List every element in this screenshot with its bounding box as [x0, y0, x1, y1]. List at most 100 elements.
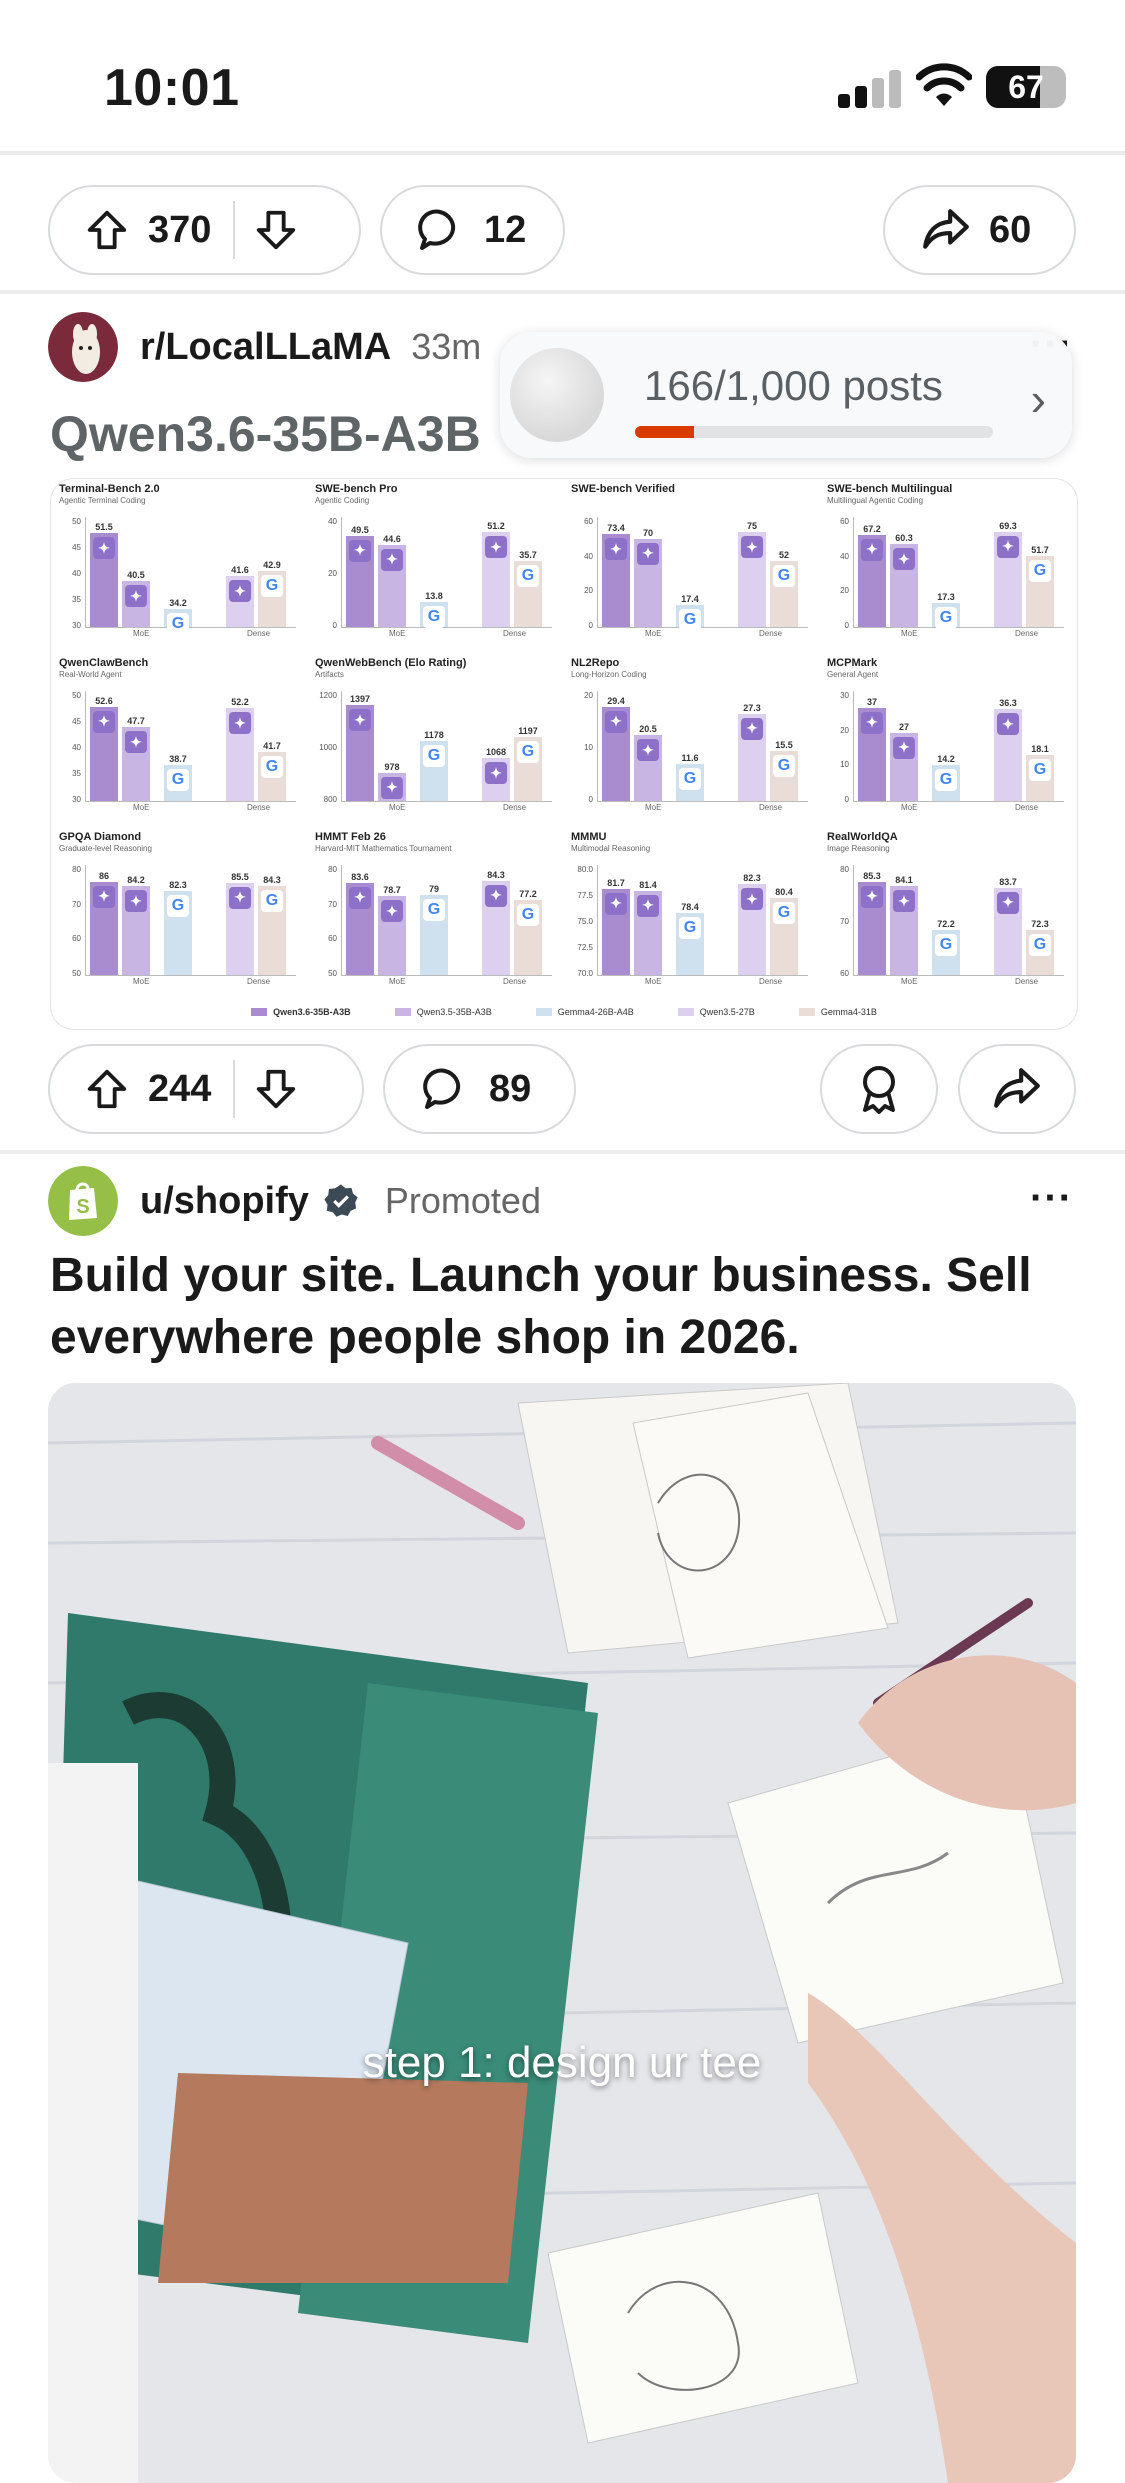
chart-subtitle: Artifacts — [315, 670, 344, 679]
chart-subtitle: General Agent — [827, 670, 879, 679]
y-tick-label: 30 — [72, 621, 81, 630]
qwen-logo-icon: ✦ — [485, 762, 507, 785]
google-logo-icon: G — [1029, 759, 1051, 782]
chart-bar: 15.5 G — [770, 740, 798, 801]
chart-bar: 73.4 ✦ — [602, 523, 630, 627]
data-label: 52.6 — [95, 695, 113, 706]
qwen-logo-icon: ✦ — [605, 892, 627, 915]
data-label: 15.5 — [775, 740, 793, 751]
data-label: 84.1 — [895, 875, 913, 886]
data-label: 75 — [746, 521, 757, 532]
y-tick-label: 30 — [840, 691, 849, 700]
data-label: 27 — [898, 721, 909, 732]
ad-header: S u/shopify Promoted — [48, 1166, 541, 1236]
post-title[interactable]: Qwen3.6-35B-A3B — [50, 405, 481, 463]
google-logo-icon: G — [167, 612, 189, 635]
chart-title: GPQA Diamond — [59, 831, 142, 843]
google-logo-icon: G — [1029, 560, 1051, 583]
share-count: 60 — [989, 208, 1032, 251]
posts-progress-widget[interactable]: 166/1,000 posts › — [500, 332, 1072, 458]
qwen-logo-icon: ✦ — [605, 538, 627, 561]
chart-title: RealWorldQA — [827, 831, 898, 843]
qwen-logo-icon: ✦ — [485, 536, 507, 559]
chart-bar: 42.9 G — [258, 560, 286, 627]
vote-bar: 244 — [48, 1044, 364, 1134]
chart-bar: 1178 G — [420, 730, 448, 801]
benchmark-chart-image[interactable]: Qwen3.6-35B-A3B Qwen3.5-35B-A3B Gemma4-26B… — [50, 478, 1078, 1030]
chart-subtitle: Agentic Coding — [315, 496, 370, 505]
divider — [0, 1150, 1125, 1154]
legend-item: Gemma4-31B — [798, 1007, 877, 1017]
downvote-icon[interactable] — [253, 1066, 299, 1112]
upvote-icon[interactable] — [84, 207, 130, 253]
globe-icon — [510, 348, 604, 442]
y-tick-label: 50 — [328, 969, 337, 978]
ad-title[interactable]: Build your site. Launch your business. S… — [50, 1245, 1070, 1369]
y-tick-label: 10 — [840, 760, 849, 770]
data-label: 60.3 — [895, 533, 913, 544]
legend-swatch — [535, 1008, 552, 1016]
status-time: 10:01 — [104, 59, 240, 117]
chart-bar: 51.7 G — [1026, 545, 1054, 627]
qwen-logo-icon: ✦ — [125, 585, 147, 608]
data-label: 40.5 — [127, 570, 145, 581]
subreddit-avatar[interactable] — [48, 312, 118, 382]
group-label: MoE — [133, 977, 150, 986]
chart-axes: 86 ✦ 84.2 ✦ 82.3 G 85.5 ✦ 84.3 G — [85, 865, 296, 976]
chart-axes: 52.6 ✦ 47.7 ✦ 38.7 G 52.2 ✦ 41.7 G — [85, 691, 296, 802]
data-label: 47.7 — [127, 716, 145, 727]
chart-bar: 51.2 ✦ — [482, 521, 510, 627]
chart-bar: 37 ✦ — [858, 697, 886, 801]
data-label: 84.3 — [487, 869, 505, 880]
ad-video[interactable]: step 1: design ur tee — [48, 1383, 1076, 2483]
data-label: 42.9 — [263, 559, 281, 570]
google-logo-icon: G — [679, 609, 701, 632]
comments-button[interactable]: 12 — [380, 185, 565, 275]
comment-count: 89 — [489, 1067, 532, 1110]
posts-progress-label: 166/1,000 posts — [644, 362, 943, 409]
data-label: 83.7 — [999, 876, 1017, 887]
chart-bar: 79 G — [420, 884, 448, 975]
subreddit-name[interactable]: r/LocalLLaMA — [140, 326, 391, 369]
data-label: 1068 — [485, 747, 507, 758]
more-options-icon[interactable]: ··· — [1030, 1176, 1073, 1221]
chart-bar: 27.3 ✦ — [738, 703, 766, 801]
chart-bar: 49.5 ✦ — [346, 525, 374, 627]
post-header: r/LocalLLaMA 33m — [48, 312, 481, 382]
qwen-logo-icon: ✦ — [893, 736, 915, 759]
downvote-icon[interactable] — [253, 207, 299, 253]
y-tick-label: 80 — [72, 865, 81, 874]
share-button[interactable] — [958, 1044, 1076, 1134]
shopify-avatar[interactable]: S — [48, 1166, 118, 1236]
share-button[interactable]: 60 — [883, 185, 1076, 275]
google-logo-icon: G — [517, 565, 539, 588]
award-button[interactable] — [820, 1044, 938, 1134]
data-label: 20.5 — [639, 724, 657, 735]
upvote-icon[interactable] — [84, 1066, 130, 1112]
data-label: 34.2 — [169, 597, 187, 608]
data-label: 35.7 — [519, 550, 537, 561]
comment-icon — [423, 1068, 461, 1109]
group-label: Dense — [503, 629, 527, 638]
data-label: 29.4 — [607, 695, 625, 706]
group-label: Dense — [759, 977, 783, 986]
google-logo-icon: G — [679, 767, 701, 790]
qwen-logo-icon: ✦ — [381, 776, 403, 799]
chart-bar: 52 G — [770, 550, 798, 627]
comments-button[interactable]: 89 — [383, 1044, 576, 1134]
y-tick-label: 60 — [72, 934, 81, 944]
battery-level: 67 — [1008, 69, 1044, 105]
vote-bar: 370 — [48, 185, 361, 275]
share-icon — [923, 209, 969, 249]
qwen-logo-icon: ✦ — [861, 538, 883, 561]
comment-icon — [418, 209, 456, 250]
y-tick-label: 10 — [584, 743, 593, 752]
ad-author[interactable]: u/shopify — [140, 1180, 309, 1223]
chart-title: Terminal-Bench 2.0 — [59, 483, 160, 495]
data-label: 69.3 — [999, 520, 1017, 531]
data-label: 77.2 — [519, 889, 537, 900]
legend-label: Gemma4-26B-A4B — [557, 1007, 634, 1017]
chevron-right-icon: › — [1030, 373, 1046, 425]
group-label: Dense — [759, 803, 783, 812]
chart-bar: 47.7 ✦ — [122, 716, 150, 801]
